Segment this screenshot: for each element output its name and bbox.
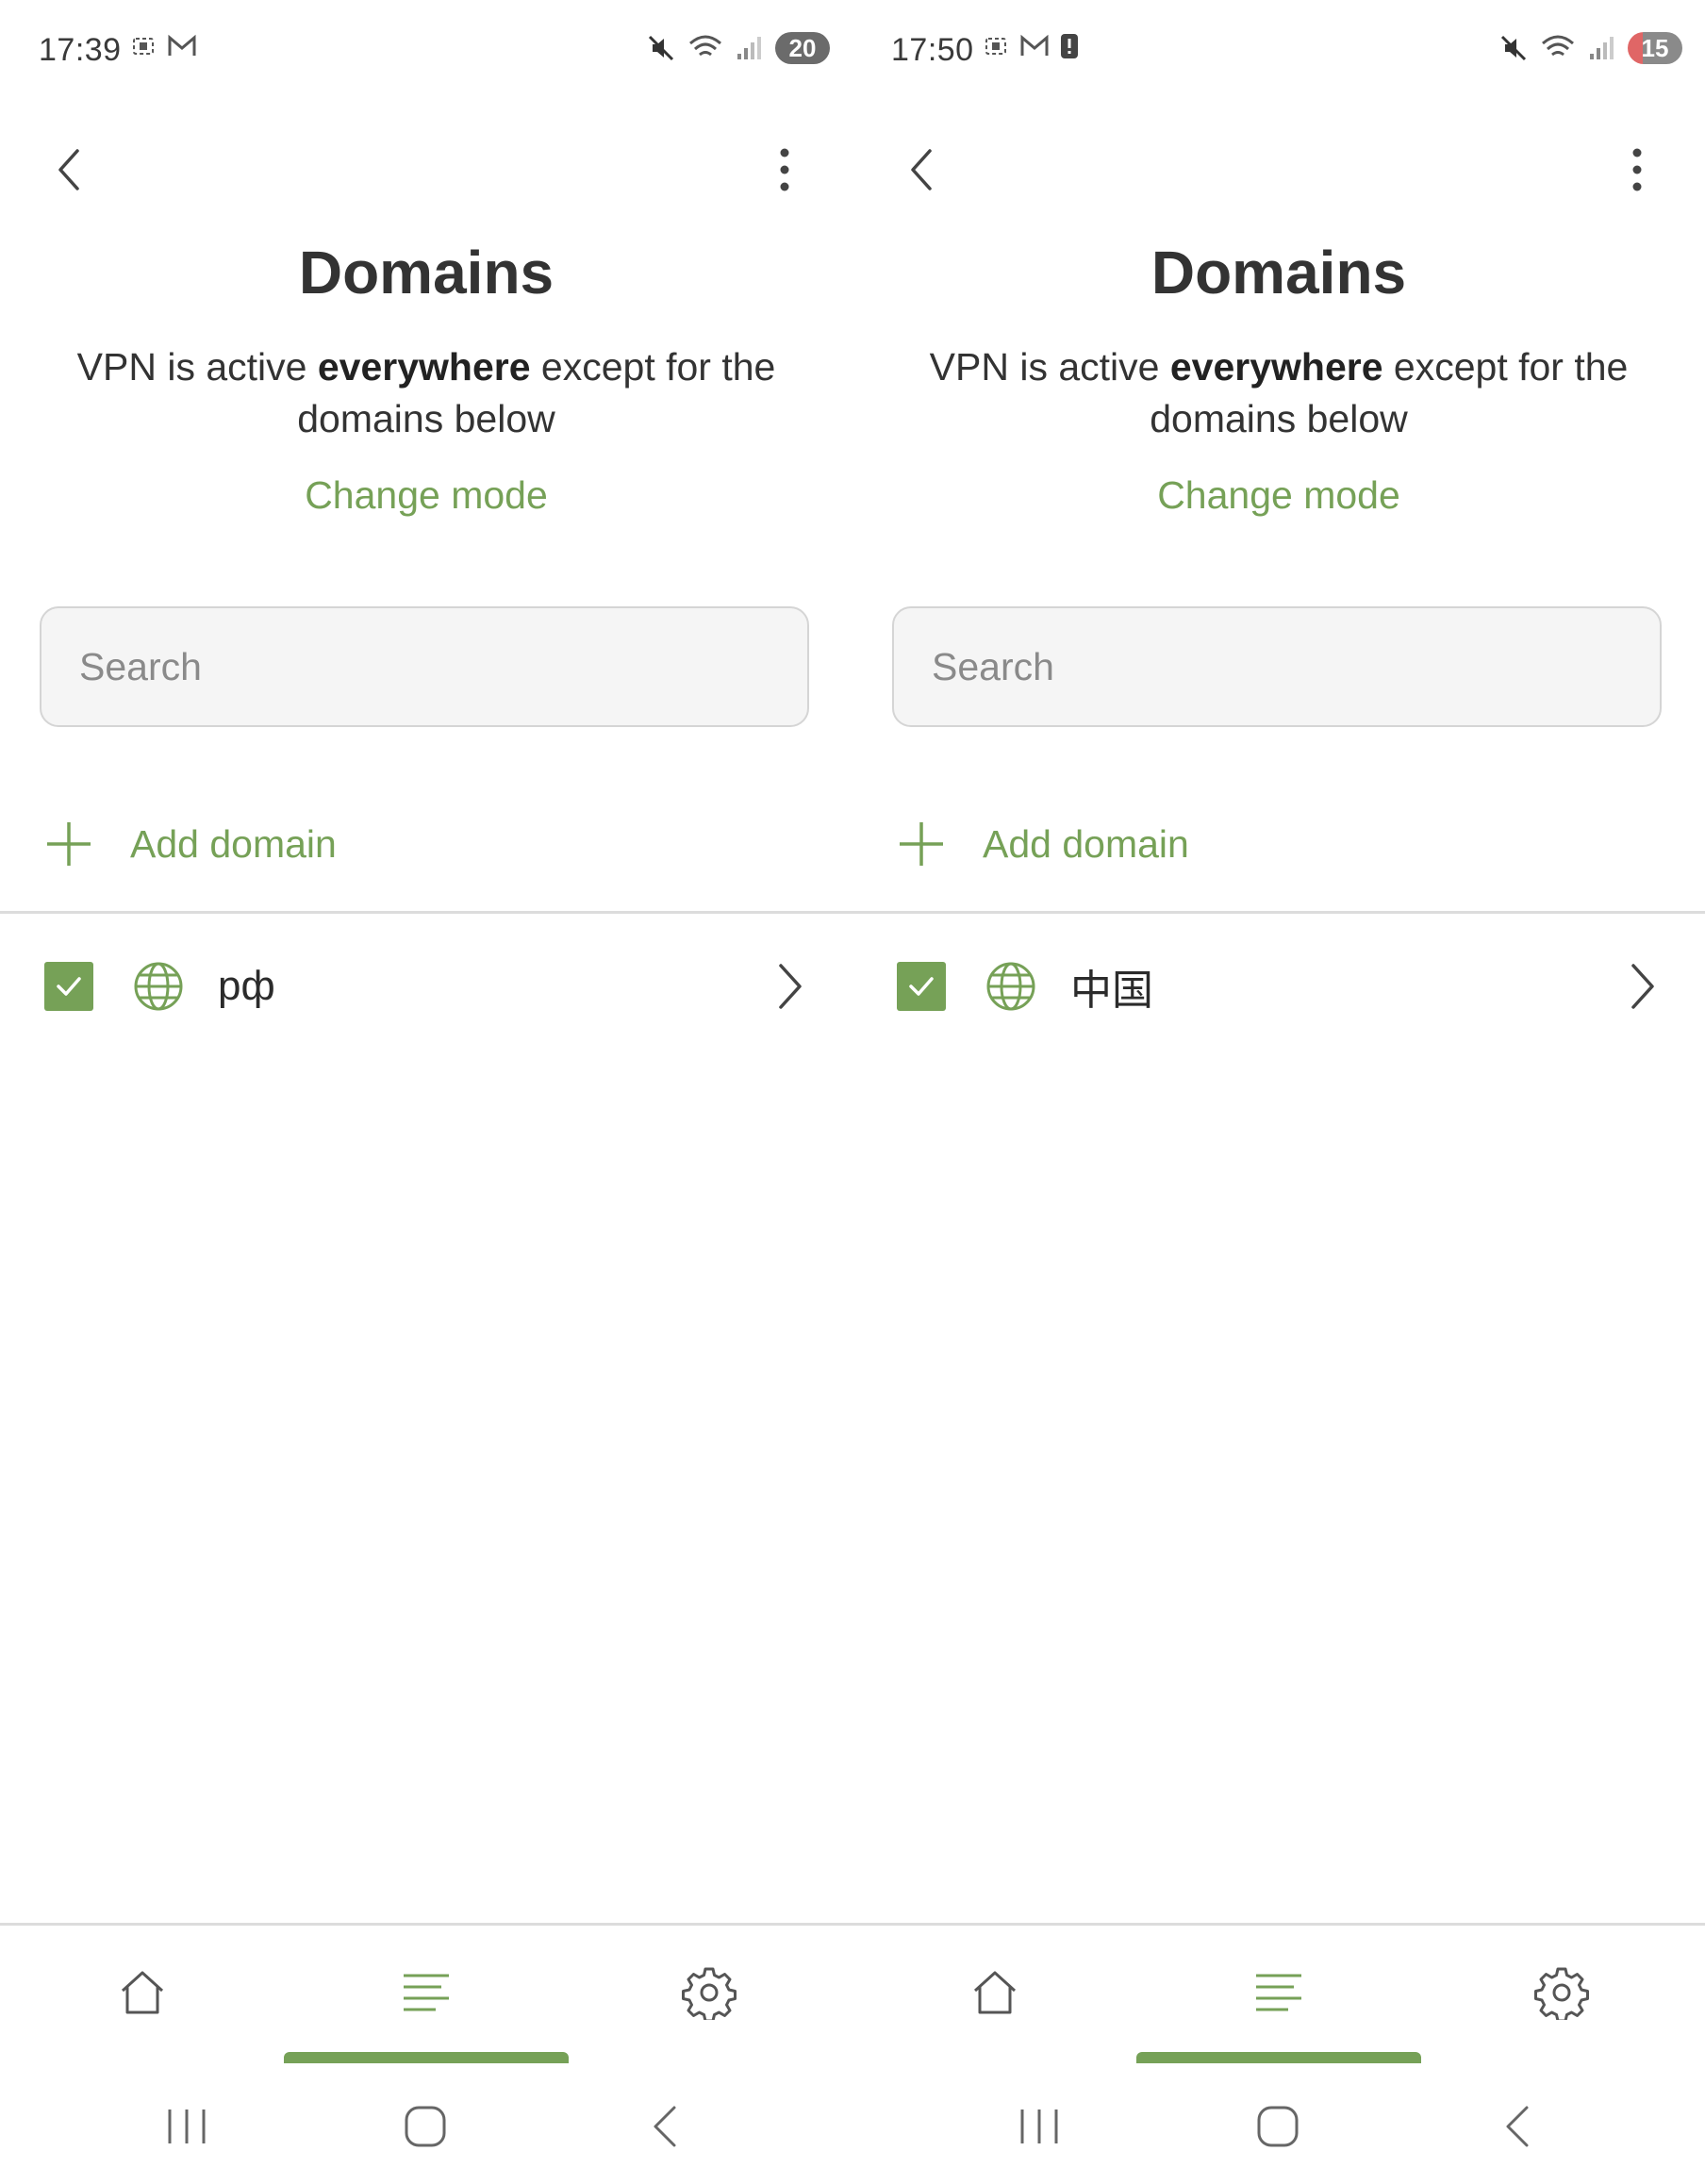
wifi-icon bbox=[1542, 35, 1574, 57]
description-prefix: VPN is active bbox=[929, 345, 1170, 389]
recents-button[interactable] bbox=[1006, 2093, 1072, 2159]
domain-list-item[interactable]: рф bbox=[0, 952, 852, 1020]
back-arrow-icon bbox=[1506, 2106, 1529, 2147]
status-notification-icons bbox=[129, 32, 197, 60]
alert-icon bbox=[1061, 34, 1078, 58]
nav-home-button[interactable] bbox=[967, 1964, 1023, 2021]
add-domain-label: Add domain bbox=[130, 821, 337, 866]
nav-active-indicator bbox=[1136, 2052, 1421, 2063]
nav-settings-button[interactable] bbox=[1533, 1964, 1590, 2021]
mute-icon bbox=[1500, 35, 1527, 61]
domain-name: 中国 bbox=[1070, 968, 1153, 1014]
nav-domains-button[interactable] bbox=[1250, 1964, 1307, 2021]
change-mode-link[interactable]: Change mode bbox=[0, 473, 852, 518]
nav-domains-button[interactable] bbox=[398, 1964, 455, 2021]
wifi-icon bbox=[689, 35, 721, 57]
globe-icon bbox=[134, 962, 183, 1011]
chevron-left-icon bbox=[58, 149, 79, 190]
domain-checkbox[interactable] bbox=[897, 962, 946, 1011]
recents-button[interactable] bbox=[154, 2093, 220, 2159]
list-icon bbox=[1256, 1974, 1301, 2011]
page-title: Domains bbox=[298, 239, 555, 306]
signal-icon bbox=[737, 37, 761, 59]
list-icon bbox=[404, 1974, 449, 2011]
description-emphasis: everywhere bbox=[317, 345, 531, 389]
system-home-button[interactable] bbox=[1245, 2093, 1311, 2159]
chevron-right-icon bbox=[779, 964, 802, 1009]
status-bar: 17:50 15 bbox=[852, 0, 1705, 104]
status-notification-icons bbox=[982, 32, 1080, 60]
home-icon bbox=[121, 1971, 164, 2014]
screen-record-icon bbox=[985, 38, 1006, 55]
back-arrow-icon bbox=[654, 2106, 676, 2147]
description-prefix: VPN is active bbox=[76, 345, 318, 389]
page-title: Domains bbox=[1150, 239, 1407, 306]
battery-level-badge: 15 bbox=[1628, 32, 1682, 64]
back-button[interactable] bbox=[45, 141, 92, 198]
check-icon bbox=[57, 977, 81, 996]
nav-home-button[interactable] bbox=[114, 1964, 171, 2021]
description-emphasis: everywhere bbox=[1169, 345, 1383, 389]
home-circle-icon bbox=[405, 2106, 446, 2147]
mode-description: VPN is active everywhere except for the … bbox=[57, 341, 796, 445]
status-system-icons: 15 bbox=[1499, 32, 1682, 64]
app-root: 17:39 20 Domains VPN is active everywher… bbox=[0, 0, 1705, 2184]
signal-icon bbox=[1590, 37, 1614, 59]
search-field[interactable] bbox=[40, 606, 809, 727]
more-options-button[interactable] bbox=[766, 141, 803, 198]
system-navigation-bar bbox=[852, 2093, 1705, 2159]
status-time: 17:39 bbox=[39, 32, 122, 68]
search-input[interactable] bbox=[41, 608, 807, 725]
screen-record-icon bbox=[133, 38, 154, 55]
home-icon bbox=[973, 1971, 1017, 2014]
status-system-icons: 20 bbox=[647, 32, 830, 64]
screen-left: 17:39 20 Domains VPN is active everywher… bbox=[0, 0, 852, 2184]
plus-icon bbox=[47, 822, 91, 866]
check-icon bbox=[909, 977, 934, 996]
domain-list-item[interactable]: 中国 bbox=[852, 952, 1705, 1020]
system-back-button[interactable] bbox=[631, 2093, 697, 2159]
mute-icon bbox=[648, 35, 674, 61]
list-divider bbox=[0, 911, 852, 914]
gmail-icon bbox=[1020, 34, 1049, 56]
more-vert-icon bbox=[780, 148, 789, 191]
gmail-icon bbox=[168, 34, 196, 56]
globe-icon bbox=[986, 962, 1035, 1011]
nav-settings-button[interactable] bbox=[681, 1964, 737, 2021]
gear-icon bbox=[1534, 1967, 1589, 2020]
more-vert-icon bbox=[1632, 148, 1642, 191]
system-navigation-bar bbox=[0, 2093, 852, 2159]
battery-level-badge: 20 bbox=[775, 32, 830, 64]
more-options-button[interactable] bbox=[1618, 141, 1656, 198]
mode-description: VPN is active everywhere except for the … bbox=[909, 341, 1648, 445]
recents-icon bbox=[168, 2110, 206, 2143]
system-back-button[interactable] bbox=[1483, 2093, 1549, 2159]
screen-right: 17:50 15 Domains VPN is active everywher… bbox=[852, 0, 1705, 2184]
domain-name: рф bbox=[218, 963, 275, 1009]
recents-icon bbox=[1020, 2110, 1058, 2143]
home-circle-icon bbox=[1257, 2106, 1299, 2147]
plus-icon bbox=[900, 822, 943, 866]
bottom-nav-divider bbox=[852, 1923, 1705, 1926]
add-domain-button[interactable]: Add domain bbox=[852, 809, 1705, 879]
status-time: 17:50 bbox=[891, 32, 974, 68]
gear-icon bbox=[682, 1967, 737, 2020]
list-divider bbox=[852, 911, 1705, 914]
nav-active-indicator bbox=[284, 2052, 569, 2063]
domain-checkbox[interactable] bbox=[44, 962, 93, 1011]
add-domain-button[interactable]: Add domain bbox=[0, 809, 852, 879]
chevron-left-icon bbox=[911, 149, 932, 190]
add-domain-label: Add domain bbox=[983, 821, 1189, 866]
status-bar: 17:39 20 bbox=[0, 0, 852, 104]
change-mode-link[interactable]: Change mode bbox=[852, 473, 1705, 518]
back-button[interactable] bbox=[898, 141, 945, 198]
bottom-nav-divider bbox=[0, 1923, 852, 1926]
chevron-right-icon bbox=[1631, 964, 1654, 1009]
search-field[interactable] bbox=[892, 606, 1662, 727]
search-input[interactable] bbox=[894, 608, 1660, 725]
system-home-button[interactable] bbox=[392, 2093, 458, 2159]
